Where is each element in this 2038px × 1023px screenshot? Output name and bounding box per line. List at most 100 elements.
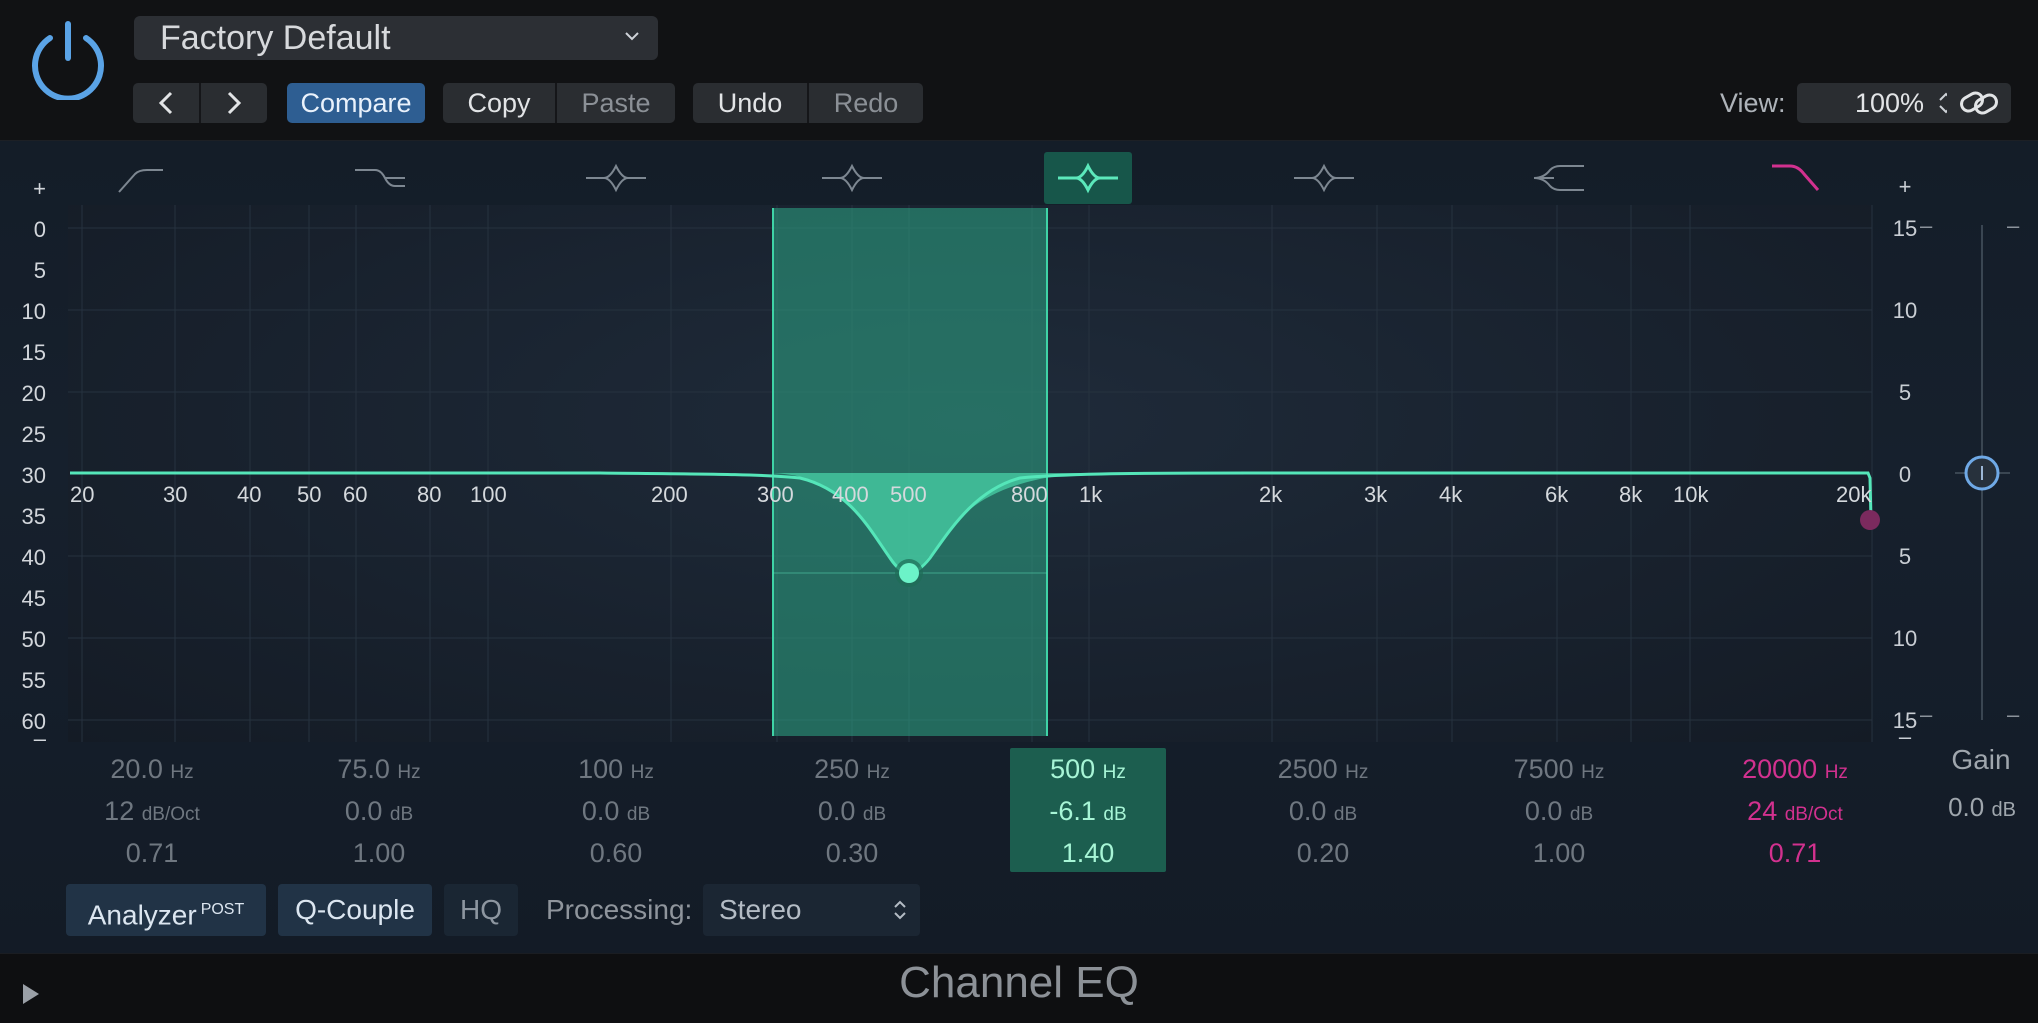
right-scale-label: + xyxy=(1898,174,1912,199)
previous-preset-button[interactable] xyxy=(133,83,199,123)
right-scale-label: 10 xyxy=(1892,298,1918,323)
band-gain-value: 0.0 xyxy=(1524,796,1563,826)
preset-menu[interactable]: Factory Default xyxy=(134,16,658,60)
band-4-params[interactable]: 250 Hz 0.0 dB 0.30 xyxy=(774,748,930,874)
band-q-value: 0.60 xyxy=(589,838,643,868)
band-7-params[interactable]: 7500 Hz 0.0 dB 1.00 xyxy=(1481,748,1637,874)
freq-label: 4k xyxy=(1439,482,1463,507)
left-scale-label: 30 xyxy=(21,463,46,488)
band-1-params[interactable]: 20.0 Hz 12 dB/Oct 0.71 xyxy=(74,748,230,874)
band-freq-value: 2500 xyxy=(1277,754,1338,784)
freq-label: 10k xyxy=(1673,482,1709,507)
left-scale-label: + xyxy=(33,176,46,201)
band-freq-unit: Hz xyxy=(1824,762,1848,783)
band-freq-unit: Hz xyxy=(1345,762,1369,783)
left-scale-label: 5 xyxy=(33,258,46,283)
freq-label: 60 xyxy=(343,482,368,507)
chevron-down-icon xyxy=(625,32,639,41)
paste-button[interactable]: Paste xyxy=(557,83,675,123)
freq-label: 300 xyxy=(757,482,794,507)
analyzer-mode: POST xyxy=(200,901,245,918)
freq-label: 40 xyxy=(237,482,262,507)
band-q-value: 0.30 xyxy=(825,838,879,868)
processing-select[interactable]: Stereo xyxy=(703,884,920,936)
freq-label: 20 xyxy=(70,482,95,507)
band-freq-value: 20.0 xyxy=(110,754,163,784)
right-scale-label: 10 xyxy=(1892,626,1918,651)
processing-value: Stereo xyxy=(719,894,802,925)
gain-unit: dB xyxy=(1991,799,2016,821)
hq-button[interactable]: HQ xyxy=(444,884,518,936)
chevron-right-icon xyxy=(227,91,242,115)
band-freq-value: 7500 xyxy=(1513,754,1574,784)
band-6-params[interactable]: 2500 Hz 0.0 dB 0.20 xyxy=(1245,748,1401,874)
compare-button[interactable]: Compare xyxy=(287,83,425,123)
right-scale-label: 15 xyxy=(1892,216,1918,241)
band-q-value: 1.40 xyxy=(1061,838,1115,868)
next-preset-button[interactable] xyxy=(201,83,267,123)
analyzer-label: Analyzer xyxy=(87,899,197,931)
view-label: View: xyxy=(1720,88,1786,118)
right-scale-label: – xyxy=(1898,724,1912,749)
analyzer-button[interactable]: Analyzer POST xyxy=(66,884,266,936)
freq-label: 30 xyxy=(163,482,188,507)
left-scale-label: 50 xyxy=(21,627,46,652)
chevron-left-icon xyxy=(158,91,173,115)
band-freq-unit: Hz xyxy=(866,762,890,783)
band-q-value: 1.00 xyxy=(352,838,406,868)
band-q-value: 0.20 xyxy=(1296,838,1350,868)
band-3-params[interactable]: 100 Hz 0.0 dB 0.60 xyxy=(538,748,694,874)
band-8-params[interactable]: 20000 Hz 24 dB/Oct 0.71 xyxy=(1717,748,1873,874)
link-button[interactable] xyxy=(1947,83,2011,123)
power-icon[interactable] xyxy=(28,18,108,100)
redo-button[interactable]: Redo xyxy=(809,83,923,123)
left-scale-label: 55 xyxy=(21,668,46,693)
freq-label: 3k xyxy=(1364,482,1388,507)
band-5-handle[interactable] xyxy=(899,563,919,583)
gain-value-field[interactable]: 0.0 dB xyxy=(1930,792,2034,823)
freq-label: 100 xyxy=(470,482,507,507)
band-5-params[interactable]: 500 Hz -6.1 dB 1.40 xyxy=(1010,748,1166,872)
svg-text:–: – xyxy=(2007,702,2020,727)
left-scale-label: 45 xyxy=(21,586,46,611)
freq-label: 500 xyxy=(890,482,927,507)
band-5-region[interactable] xyxy=(773,208,1047,736)
band-q-value: 0.71 xyxy=(125,838,179,868)
band-gain-value: 12 xyxy=(104,796,135,826)
band-freq-value: 100 xyxy=(578,754,624,784)
band-gain-value: 0.0 xyxy=(817,796,856,826)
band-freq-unit: Hz xyxy=(1102,762,1126,783)
processing-label: Processing: xyxy=(546,894,693,925)
right-scale-label: 0 xyxy=(1898,462,1912,487)
copy-button[interactable]: Copy xyxy=(443,83,555,123)
left-scale-label: 15 xyxy=(21,340,46,365)
band-freq-value: 500 xyxy=(1050,754,1096,784)
band-freq-value: 250 xyxy=(814,754,860,784)
freq-label: 800 xyxy=(1011,482,1048,507)
undo-button[interactable]: Undo xyxy=(693,83,807,123)
freq-label: 20k xyxy=(1836,482,1872,507)
band-freq-unit: Hz xyxy=(630,762,654,783)
band-gain-value: 24 xyxy=(1747,796,1778,826)
band-q-value: 1.00 xyxy=(1532,838,1586,868)
freq-label: 8k xyxy=(1619,482,1643,507)
band-gain-unit: dB xyxy=(1333,804,1358,825)
freq-label: 50 xyxy=(297,482,322,507)
plugin-title: Channel EQ xyxy=(899,958,1139,1007)
band-8-handle[interactable] xyxy=(1860,510,1880,530)
link-icon xyxy=(1960,91,1998,115)
band-gain-unit: dB xyxy=(626,804,651,825)
zoom-select[interactable]: 100% xyxy=(1797,83,1965,123)
freq-label: 80 xyxy=(417,482,442,507)
left-scale-label: 0 xyxy=(33,217,46,242)
preset-label: Factory Default xyxy=(160,19,391,57)
left-scale-label: 25 xyxy=(21,422,46,447)
freq-label: 1k xyxy=(1079,482,1103,507)
q-couple-button[interactable]: Q-Couple xyxy=(278,884,432,936)
freq-label: 200 xyxy=(651,482,688,507)
stepper-icon xyxy=(894,900,906,920)
band-gain-unit: dB/Oct xyxy=(1784,804,1843,825)
band-q-value: 0.71 xyxy=(1768,838,1822,868)
band-freq-unit: Hz xyxy=(1581,762,1605,783)
band-2-params[interactable]: 75.0 Hz 0.0 dB 1.00 xyxy=(301,748,457,874)
